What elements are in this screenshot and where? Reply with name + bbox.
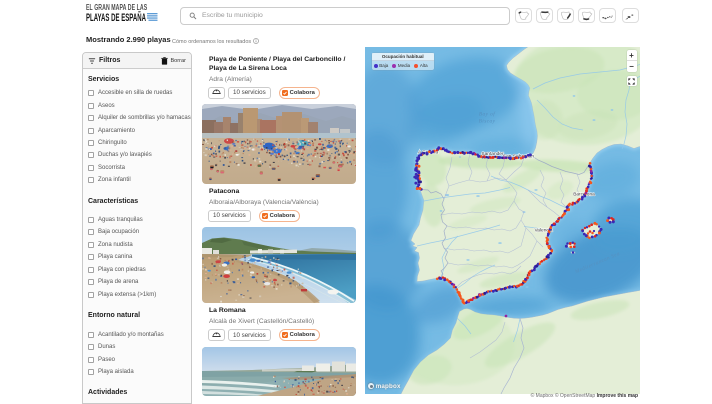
svg-text:Biscay: Biscay	[479, 119, 496, 125]
svg-text:Bay of: Bay of	[479, 111, 496, 118]
